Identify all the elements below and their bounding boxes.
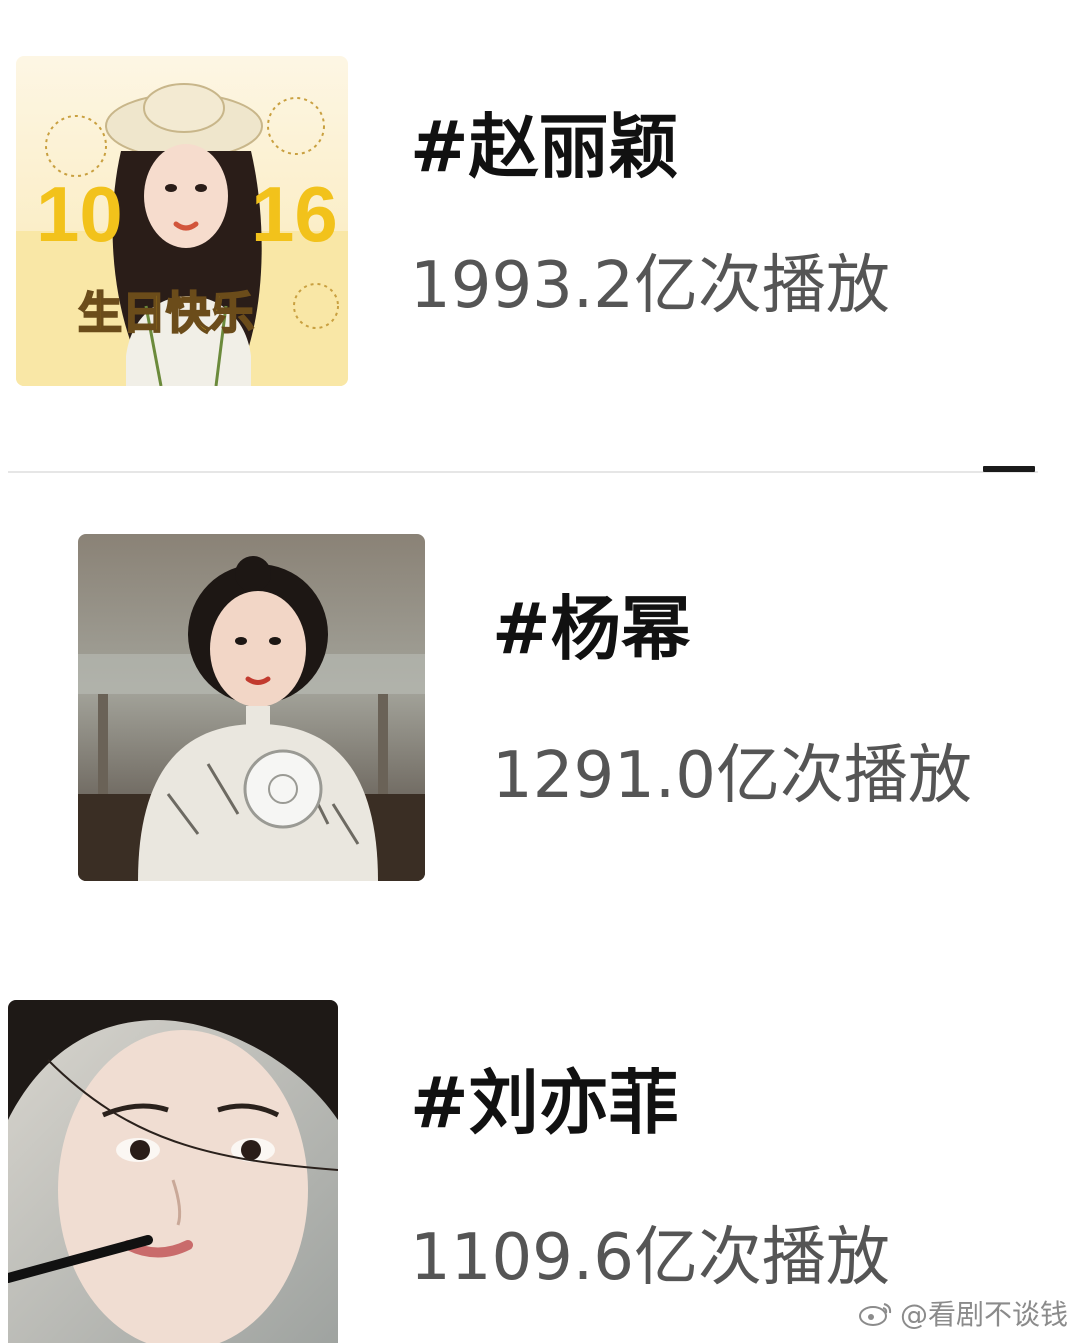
play-count: 1291.0亿次播放 — [492, 739, 972, 813]
divider — [8, 471, 1038, 473]
topic-title[interactable]: #刘亦菲 — [410, 1068, 679, 1138]
thumbnail-yang-mi[interactable] — [78, 534, 425, 881]
play-count: 1109.6亿次播放 — [410, 1221, 890, 1295]
topic-title[interactable]: #杨幂 — [492, 594, 691, 664]
watermark-text: @看剧不谈钱 — [899, 1298, 1068, 1331]
scroll-indicator — [983, 466, 1035, 472]
thumbnail-liu-yifei[interactable] — [8, 1000, 338, 1343]
weibo-icon — [858, 1300, 894, 1326]
watermark: @看剧不谈钱 — [858, 1293, 1068, 1333]
thumb-badge-left: 10 — [36, 170, 123, 258]
thumb-caption: 生日快乐 — [78, 288, 254, 339]
play-count: 1993.2亿次播放 — [410, 249, 890, 323]
thumbnail-zhao-liying[interactable]: 10 16 生日快乐 — [16, 56, 348, 386]
topic-title[interactable]: #赵丽颖 — [410, 112, 679, 182]
thumb-badge-right: 16 — [251, 170, 338, 258]
